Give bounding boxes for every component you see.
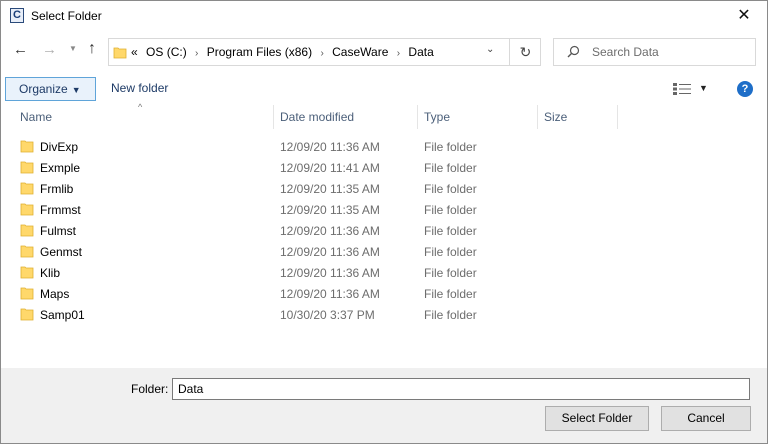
- column-divider[interactable]: [417, 105, 418, 129]
- folder-label: Folder:: [131, 382, 169, 396]
- search-icon: [567, 45, 580, 58]
- organize-button[interactable]: Organize ▼: [5, 77, 96, 101]
- folder-name-field[interactable]: [172, 378, 750, 400]
- up-folder-button[interactable]: ↑: [88, 40, 96, 58]
- view-dropdown-icon[interactable]: ▼: [699, 83, 708, 93]
- file-type: File folder: [424, 308, 477, 322]
- address-dropdown-icon[interactable]: ⌄: [486, 44, 494, 55]
- file-date: 10/30/20 3:37 PM: [280, 308, 375, 322]
- column-divider[interactable]: [273, 105, 274, 129]
- breadcrumb-os-c[interactable]: OS (C:): [146, 45, 187, 59]
- breadcrumb-data[interactable]: Data: [408, 45, 433, 59]
- file-date: 12/09/20 11:36 AM: [280, 245, 380, 259]
- file-date: 12/09/20 11:36 AM: [280, 140, 380, 154]
- file-row[interactable]: Maps 12/09/20 11:36 AM File folder: [1, 283, 767, 304]
- file-type: File folder: [424, 245, 477, 259]
- breadcrumb-separator[interactable]: ›: [397, 48, 400, 59]
- select-folder-dialog: C Select Folder ✕ ← → ▼ ↑ « OS (C:) › Pr…: [0, 0, 768, 444]
- column-divider[interactable]: [537, 105, 538, 129]
- folder-icon: [20, 287, 34, 300]
- column-divider[interactable]: [617, 105, 618, 129]
- close-button[interactable]: ✕: [721, 1, 767, 31]
- file-row[interactable]: Frmlib 12/09/20 11:35 AM File folder: [1, 178, 767, 199]
- file-row[interactable]: DivExp 12/09/20 11:36 AM File folder: [1, 136, 767, 157]
- file-row[interactable]: Genmst 12/09/20 11:36 AM File folder: [1, 241, 767, 262]
- forward-button[interactable]: →: [42, 41, 57, 58]
- organize-label: Organize: [19, 82, 68, 96]
- file-type: File folder: [424, 203, 477, 217]
- folder-icon: [20, 266, 34, 279]
- file-name: Frmlib: [40, 182, 74, 196]
- breadcrumb-program-files[interactable]: Program Files (x86): [207, 45, 312, 59]
- file-row[interactable]: Fulmst 12/09/20 11:36 AM File folder: [1, 220, 767, 241]
- breadcrumb-separator[interactable]: ›: [195, 48, 198, 59]
- file-type: File folder: [424, 161, 477, 175]
- folder-icon: [113, 47, 127, 59]
- file-name: Frmmst: [40, 203, 81, 217]
- help-button[interactable]: ?: [737, 81, 753, 97]
- column-header-type[interactable]: Type: [424, 105, 534, 129]
- file-row[interactable]: Frmmst 12/09/20 11:35 AM File folder: [1, 199, 767, 220]
- breadcrumb: « OS (C:) › Program Files (x86) › CaseWa…: [131, 45, 439, 59]
- file-name: DivExp: [40, 140, 79, 154]
- file-date: 12/09/20 11:35 AM: [280, 182, 380, 196]
- file-date: 12/09/20 11:36 AM: [280, 266, 380, 280]
- back-button[interactable]: ←: [13, 41, 28, 58]
- breadcrumb-overflow[interactable]: «: [131, 45, 138, 59]
- file-name: Fulmst: [40, 224, 76, 238]
- file-name: Klib: [40, 266, 61, 280]
- file-type: File folder: [424, 287, 477, 301]
- file-type: File folder: [424, 224, 477, 238]
- breadcrumb-separator[interactable]: ›: [320, 48, 323, 59]
- file-row[interactable]: Exmple 12/09/20 11:41 AM File folder: [1, 157, 767, 178]
- file-row[interactable]: Klib 12/09/20 11:36 AM File folder: [1, 262, 767, 283]
- file-list: DivExp 12/09/20 11:36 AM File folder Exm…: [1, 136, 767, 325]
- folder-icon: [20, 203, 34, 216]
- view-options-icon[interactable]: [673, 83, 691, 95]
- file-name: Maps: [40, 287, 70, 301]
- folder-icon: [20, 224, 34, 237]
- dialog-title: Select Folder: [31, 9, 102, 23]
- cancel-button[interactable]: Cancel: [661, 406, 751, 431]
- file-type: File folder: [424, 266, 477, 280]
- new-folder-button[interactable]: New folder: [111, 81, 168, 95]
- file-date: 12/09/20 11:41 AM: [280, 161, 380, 175]
- file-row[interactable]: Samp01 10/30/20 3:37 PM File folder: [1, 304, 767, 325]
- column-header-date-modified[interactable]: Date modified: [280, 105, 410, 129]
- search-box[interactable]: [553, 38, 756, 66]
- file-name: Genmst: [40, 245, 83, 259]
- folder-icon: [20, 161, 34, 174]
- caseware-app-icon: C: [10, 8, 24, 23]
- file-type: File folder: [424, 182, 477, 196]
- refresh-button[interactable]: ↻: [509, 39, 541, 65]
- select-folder-button[interactable]: Select Folder: [545, 406, 649, 431]
- file-type: File folder: [424, 140, 477, 154]
- folder-icon: [20, 182, 34, 195]
- column-header-size[interactable]: Size: [544, 105, 614, 129]
- file-name: Samp01: [40, 308, 85, 322]
- address-bar[interactable]: « OS (C:) › Program Files (x86) › CaseWa…: [108, 38, 541, 66]
- footer-panel: Folder: Select Folder Cancel: [1, 368, 767, 443]
- file-date: 12/09/20 11:36 AM: [280, 287, 380, 301]
- file-date: 12/09/20 11:35 AM: [280, 203, 380, 217]
- file-date: 12/09/20 11:36 AM: [280, 224, 380, 238]
- recent-locations-button[interactable]: ▼: [69, 44, 77, 53]
- search-input[interactable]: [592, 44, 747, 60]
- folder-icon: [20, 140, 34, 153]
- title-bar: C Select Folder ✕: [1, 1, 767, 31]
- chevron-down-icon: ▼: [71, 85, 81, 95]
- column-header-name[interactable]: Name: [20, 105, 270, 129]
- folder-icon: [20, 308, 34, 321]
- breadcrumb-caseware[interactable]: CaseWare: [332, 45, 388, 59]
- folder-icon: [20, 245, 34, 258]
- file-name: Exmple: [40, 161, 81, 175]
